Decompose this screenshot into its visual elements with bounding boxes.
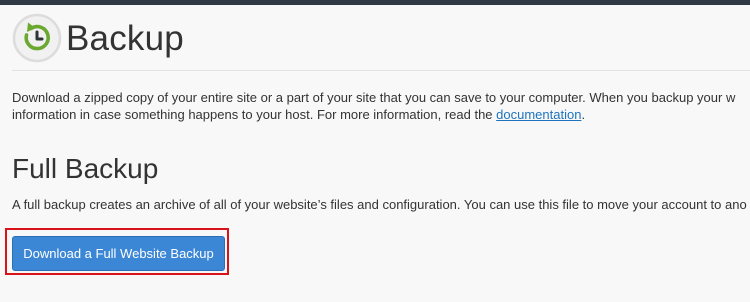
page-title: Backup bbox=[66, 18, 184, 58]
intro-period: . bbox=[581, 107, 586, 122]
full-backup-heading: Full Backup bbox=[12, 153, 159, 184]
documentation-link[interactable]: documentation bbox=[496, 107, 581, 122]
top-bar bbox=[0, 0, 750, 5]
intro-line-2: information in case something happens to… bbox=[12, 106, 750, 123]
intro-line-1: Download a zipped copy of your entire si… bbox=[12, 90, 736, 105]
backup-clock-icon bbox=[12, 13, 62, 63]
intro-line-2-text: information in case something happens to… bbox=[12, 107, 497, 122]
full-backup-description: A full backup creates an archive of all … bbox=[12, 197, 747, 212]
intro-text: Download a zipped copy of your entire si… bbox=[12, 89, 750, 123]
header-divider bbox=[12, 70, 750, 71]
download-full-backup-button[interactable]: Download a Full Website Backup bbox=[12, 236, 225, 271]
page-header: Backup bbox=[12, 11, 184, 65]
